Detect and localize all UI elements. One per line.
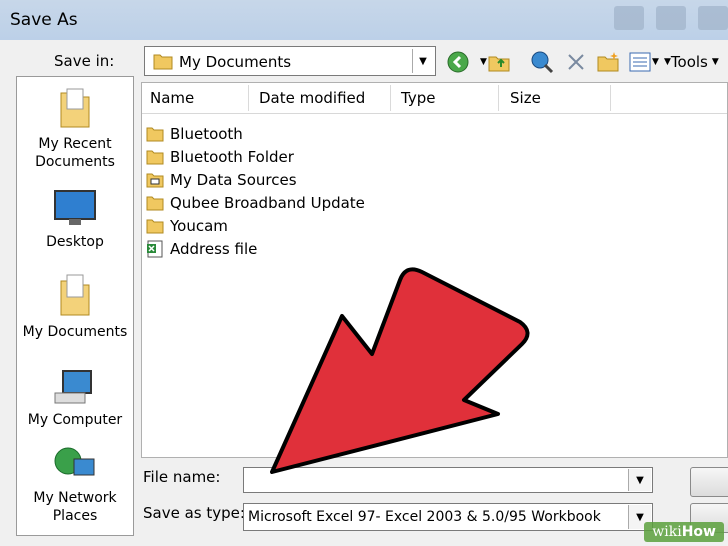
wikihow-watermark: wikiHow (644, 522, 724, 542)
red-arrow-annotation (270, 267, 530, 474)
